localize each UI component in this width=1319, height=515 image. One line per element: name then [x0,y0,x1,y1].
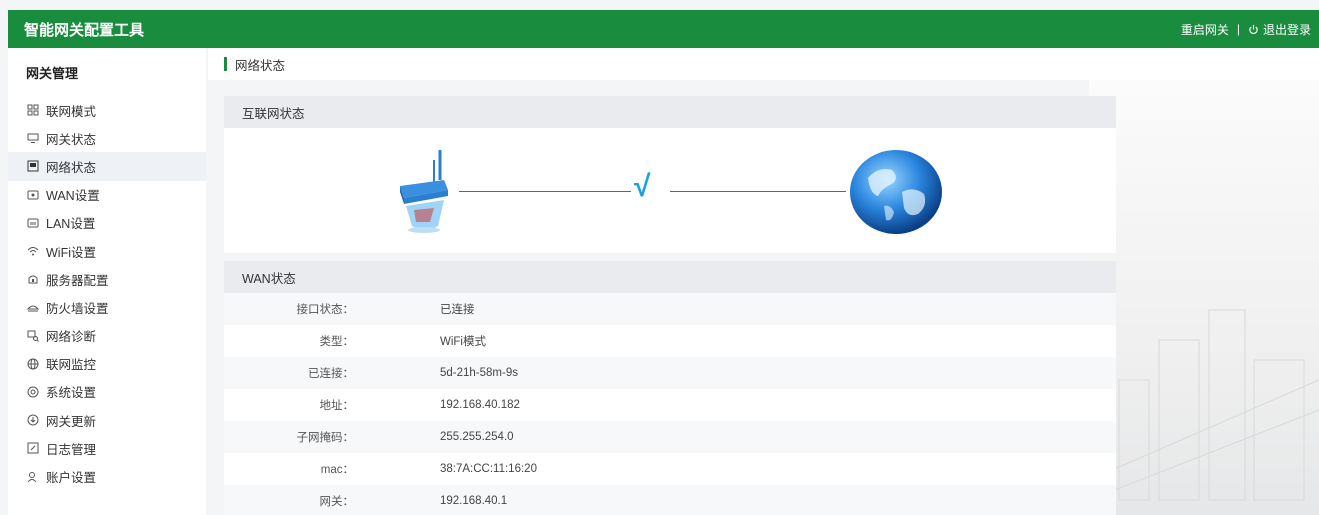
wan-status-title: WAN状态 [224,261,1116,293]
wifi-icon [26,244,40,258]
sidebar-item-wifi-settings[interactable]: WiFi设置 [8,237,206,265]
separator: | [1236,22,1240,36]
breadcrumb-label: 网络状态 [235,58,286,73]
row-value: 192.168.40.1 [440,495,508,507]
sidebar-item-wan-settings[interactable]: WAN设置 [8,181,206,209]
sidebar-item-label: 日志管理 [46,442,97,457]
wan-status-table: 接口状态： 已连接 类型： WiFi模式 已连接： 5d-21h-58m-9s … [224,293,1116,515]
log-icon [26,441,40,455]
table-row: 接口状态： 已连接 [224,293,1116,325]
sidebar-item-label: 网络状态 [46,160,97,175]
monitor-globe-icon [26,357,40,371]
sidebar-header: 网关管理 [26,65,79,81]
app-title: 智能网关配置工具 [24,21,145,39]
sidebar-item-label: WiFi设置 [46,245,96,260]
table-row: 地址： 192.168.40.182 [224,389,1116,421]
lan-icon [26,216,40,230]
globe-icon [850,150,942,234]
sidebar-item-label: WAN设置 [46,189,100,204]
sidebar-item-network-status[interactable]: 网络状态 [8,152,206,181]
main-content: 网络状态 互联网状态 √ WAN状态 接口状态： 已连接 类型： WiFi模式 … [208,48,1319,515]
row-key: 接口状态： [296,304,355,316]
row-key: 已连接： [308,368,354,380]
table-row: 类型： WiFi模式 [224,325,1116,357]
picture-icon [26,159,40,173]
sidebar-item-system-settings[interactable]: 系统设置 [8,378,206,406]
internet-status-title: 互联网状态 [224,96,1116,128]
table-row: 已连接： 5d-21h-58m-9s [224,357,1116,389]
sidebar-item-network-diagnosis[interactable]: 网络诊断 [8,322,206,350]
sidebar-item-label: 防火墙设置 [46,301,109,316]
row-value: 5d-21h-58m-9s [440,367,518,379]
update-icon [26,413,40,427]
server-icon [26,272,40,286]
sidebar: 网关管理 联网模式 网关状态 网络状态 WAN设置 LAN设置 WiFi设置 服… [8,48,206,515]
sidebar-item-label: 网关更新 [46,414,97,429]
top-bar: 智能网关配置工具 重启网关 | 退出登录 [8,10,1319,48]
sidebar-menu: 联网模式 网关状态 网络状态 WAN设置 LAN设置 WiFi设置 服务器配置 … [8,96,206,491]
sidebar-item-label: 网关状态 [46,132,97,147]
table-row: mac： 38:7A:CC:11:16:20 [224,453,1116,485]
sidebar-item-server-config[interactable]: 服务器配置 [8,265,206,293]
sidebar-item-gateway-update[interactable]: 网关更新 [8,406,206,434]
sidebar-item-label: 联网模式 [46,104,97,119]
background-illustration [1088,80,1319,515]
internet-status-diagram: √ [224,128,1116,253]
firewall-icon [26,300,40,314]
connected-check-icon: √ [634,170,651,203]
diagnose-icon [26,329,40,343]
logout-label: 退出登录 [1262,22,1311,37]
wan-icon [26,188,40,202]
row-value: WiFi模式 [440,336,486,348]
row-value: 192.168.40.182 [440,399,520,411]
row-key: 子网掩码： [296,432,355,444]
row-key: mac： [320,464,354,476]
grid-icon [26,103,40,117]
connection-line-left [459,191,631,192]
connection-line-right [670,191,846,192]
settings-icon [26,385,40,399]
sidebar-item-label: 网络诊断 [46,330,97,345]
sidebar-item-network-mode[interactable]: 联网模式 [8,96,206,124]
top-actions: 重启网关 | 退出登录 [1181,21,1311,38]
table-row: 网关： 192.168.40.1 [224,485,1116,515]
sidebar-item-network-monitor[interactable]: 联网监控 [8,350,206,378]
sidebar-item-log-management[interactable]: 日志管理 [8,434,206,462]
breadcrumb-marker [224,57,227,71]
monitor-icon [26,131,40,145]
breadcrumb: 网络状态 [208,48,1319,80]
row-key: 类型： [319,336,355,348]
sidebar-item-label: 服务器配置 [46,273,109,288]
power-icon [1249,24,1258,34]
row-value: 38:7A:CC:11:16:20 [440,463,537,475]
table-row: 子网掩码： 255.255.254.0 [224,421,1116,453]
sidebar-item-firewall-settings[interactable]: 防火墙设置 [8,293,206,321]
router-icon [400,150,448,233]
sidebar-item-account-settings[interactable]: 账户设置 [8,462,206,490]
row-key: 地址： [319,400,355,412]
wan-status-panel: WAN状态 接口状态： 已连接 类型： WiFi模式 已连接： 5d-21h-5… [224,261,1116,515]
row-value: 已连接 [440,304,475,316]
logout-button[interactable]: 退出登录 [1248,21,1311,38]
sidebar-item-lan-settings[interactable]: LAN设置 [8,209,206,237]
internet-status-panel: 互联网状态 √ [224,96,1116,253]
row-value: 255.255.254.0 [440,431,514,443]
sidebar-item-label: LAN设置 [46,217,96,232]
sidebar-item-gateway-status[interactable]: 网关状态 [8,124,206,152]
row-key: 网关： [319,496,355,508]
sidebar-item-label: 系统设置 [46,386,97,401]
sidebar-item-label: 账户设置 [46,471,97,486]
sidebar-item-label: 联网监控 [46,358,97,373]
user-icon [26,470,40,484]
restart-gateway-button[interactable]: 重启网关 [1181,21,1229,38]
